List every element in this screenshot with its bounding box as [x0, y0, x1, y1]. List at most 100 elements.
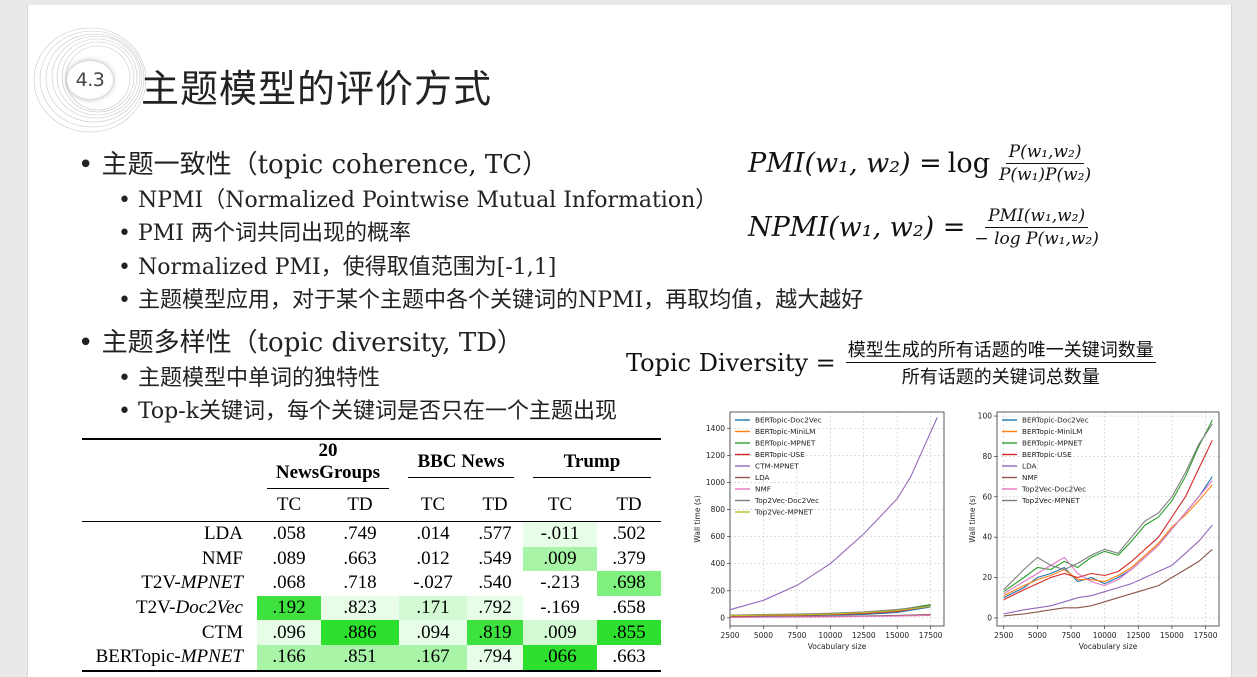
- table-cell: .794: [467, 644, 523, 672]
- npmi-fraction: PMI(w₁,w₂) − log P(w₁,w₂): [971, 206, 1101, 249]
- table-cell: .855: [597, 620, 661, 645]
- group-header: Trump: [523, 438, 661, 489]
- table-cell: .792: [467, 595, 523, 621]
- row-label-text: LDA: [203, 523, 243, 545]
- bullet-topic-coherence: • 主题一致性（topic coherence, TC）: [78, 150, 549, 180]
- column-header: TD: [597, 489, 661, 522]
- x-axis-label: Vocabulary size: [808, 642, 867, 651]
- row-label: BERTopic-MPNET: [82, 644, 257, 672]
- column-header: TC: [523, 489, 597, 522]
- row-label: NMF: [82, 547, 257, 572]
- x-tick-label: 15000: [1160, 631, 1184, 640]
- table-row: BERTopic-MPNET .166.851.167.794.066.663: [82, 644, 661, 672]
- y-tick-label: 40: [982, 533, 992, 542]
- row-label-text: NMF: [201, 547, 243, 569]
- table-cell: .823: [321, 595, 399, 621]
- bullet-tc-application: • 主题模型应用，对于某个主题中各个关键词的NPMI，再取均值，越大越好: [118, 288, 864, 313]
- td-denominator: 所有话题的关键词总数量: [901, 367, 1100, 388]
- table-cell: .819: [467, 620, 523, 645]
- legend-label: LDA: [755, 473, 770, 482]
- table-cell: -.027: [413, 572, 453, 594]
- table-cell: .192: [257, 595, 321, 621]
- table-corner: [82, 438, 257, 489]
- legend-label: BERTopic-USE: [755, 450, 805, 459]
- row-label-text: BERTopic-: [95, 646, 181, 668]
- table-cell: .886: [321, 620, 399, 645]
- row-label-text: T2V-: [136, 597, 176, 619]
- table-cell: -.169: [540, 597, 580, 619]
- legend-label: LDA: [1022, 462, 1037, 471]
- x-tick-label: 5000: [754, 631, 773, 640]
- table-cell: .058: [272, 523, 306, 545]
- row-label-text: T2V-: [141, 572, 181, 594]
- bullet-topic-diversity: • 主题多样性（topic diversity, TD）: [78, 328, 524, 358]
- y-tick-label: 1000: [706, 478, 725, 487]
- table-cell: .012: [416, 547, 450, 569]
- y-tick-label: 400: [711, 559, 726, 568]
- column-header: TC: [399, 489, 467, 522]
- table-row: CTM .096.886.094.819.009.855: [82, 620, 661, 645]
- table-cell: .089: [272, 547, 306, 569]
- legend-label: BERTopic-MPNET: [1022, 439, 1083, 448]
- table-cell: -.213: [540, 572, 580, 594]
- td-fraction: 模型生成的所有话题的唯一关键词数量 所有话题的关键词总数量: [845, 336, 1156, 389]
- x-tick-label: 2500: [720, 631, 739, 640]
- table-cell: .066: [523, 644, 597, 672]
- y-tick-label: 0: [987, 613, 992, 622]
- table-cell: .577: [478, 523, 512, 545]
- table-cell: .718: [343, 572, 377, 594]
- legend-label: NMF: [1022, 473, 1038, 482]
- table-cell: .014: [416, 523, 450, 545]
- bullet-normalized-pmi: • Normalized PMI，使得取值范围为[-1,1]: [118, 255, 557, 280]
- table-cell: .549: [478, 547, 512, 569]
- page-title: 主题模型的评价方式: [141, 67, 493, 111]
- row-label: CTM: [82, 620, 257, 645]
- wall-time-chart-left: 2500 5000 7500 10000 12500 15000 17500 0 200 400 6…: [693, 411, 945, 651]
- row-label-text: CTM: [201, 621, 243, 643]
- y-tick-label: 200: [711, 586, 726, 595]
- legend-label: BERTopic-Doc2Vec: [1022, 416, 1089, 425]
- results-table: 20 NewsGroups BBC News Trump TC TD TC TD…: [82, 438, 661, 672]
- table-cell: .094: [399, 620, 467, 645]
- pmi-lhs: PMI(w₁, w₂) =: [748, 148, 942, 179]
- row-label: T2V-MPNET: [82, 571, 257, 596]
- y-tick-label: 1400: [706, 424, 725, 433]
- pmi-denominator: P(w₁)P(w₂): [998, 165, 1092, 185]
- table-cell: .658: [612, 597, 646, 619]
- legend-label: BERTopic-Doc2Vec: [755, 416, 822, 425]
- table-cell: .379: [612, 547, 646, 569]
- x-tick-label: 7500: [787, 631, 806, 640]
- bullet-npmi: • NPMI（Normalized Pointwise Mutual Infor…: [118, 188, 718, 213]
- y-tick-label: 20: [982, 573, 992, 582]
- npmi-lhs: NPMI(w₁, w₂) =: [748, 212, 966, 243]
- group-header: BBC News: [399, 438, 523, 489]
- row-label: T2V-Doc2Vec: [82, 596, 257, 621]
- table-corner: [82, 489, 257, 522]
- table-cell: -.011: [523, 521, 597, 547]
- pmi-log: log: [947, 148, 990, 179]
- x-axis-label: Vocabulary size: [1079, 642, 1138, 651]
- y-axis-label: Wall time (s): [693, 495, 702, 542]
- x-tick-label: 7500: [1061, 631, 1080, 640]
- y-tick-label: 600: [711, 532, 726, 541]
- table-cell: .698: [597, 571, 661, 596]
- wall-time-chart-right: 2500 5000 7500 10000 12500 15000 17500 0 20 40 60 8…: [968, 412, 1220, 651]
- y-tick-label: 100: [978, 412, 993, 421]
- pmi-fraction: P(w₁,w₂) P(w₁)P(w₂): [996, 142, 1094, 185]
- row-label: LDA: [82, 522, 257, 547]
- legend-label: BERTopic-USE: [1022, 450, 1072, 459]
- row-label-italic: Doc2Vec: [175, 597, 243, 619]
- x-tick-label: 17500: [919, 631, 943, 640]
- table-cell: .749: [343, 523, 377, 545]
- table-cell: .167: [399, 644, 467, 672]
- bullet-pmi: • PMI 两个词共同出现的概率: [118, 221, 411, 246]
- npmi-numerator: PMI(w₁,w₂): [985, 206, 1089, 228]
- td-numerator: 模型生成的所有话题的唯一关键词数量: [845, 336, 1156, 363]
- legend-label: Top2Vec-MPNET: [754, 508, 813, 517]
- x-tick-label: 10000: [1093, 631, 1117, 640]
- legend-label: Top2Vec-Doc2Vec: [1021, 485, 1086, 494]
- topic-diversity-formula: Topic Diversity = 模型生成的所有话题的唯一关键词数量 所有话题…: [626, 336, 1156, 389]
- row-label-italic: MPNET: [180, 646, 243, 668]
- npmi-formula: NPMI(w₁, w₂) = PMI(w₁,w₂) − log P(w₁,w₂): [748, 206, 1102, 249]
- legend-label: Top2Vec-MPNET: [1021, 496, 1080, 505]
